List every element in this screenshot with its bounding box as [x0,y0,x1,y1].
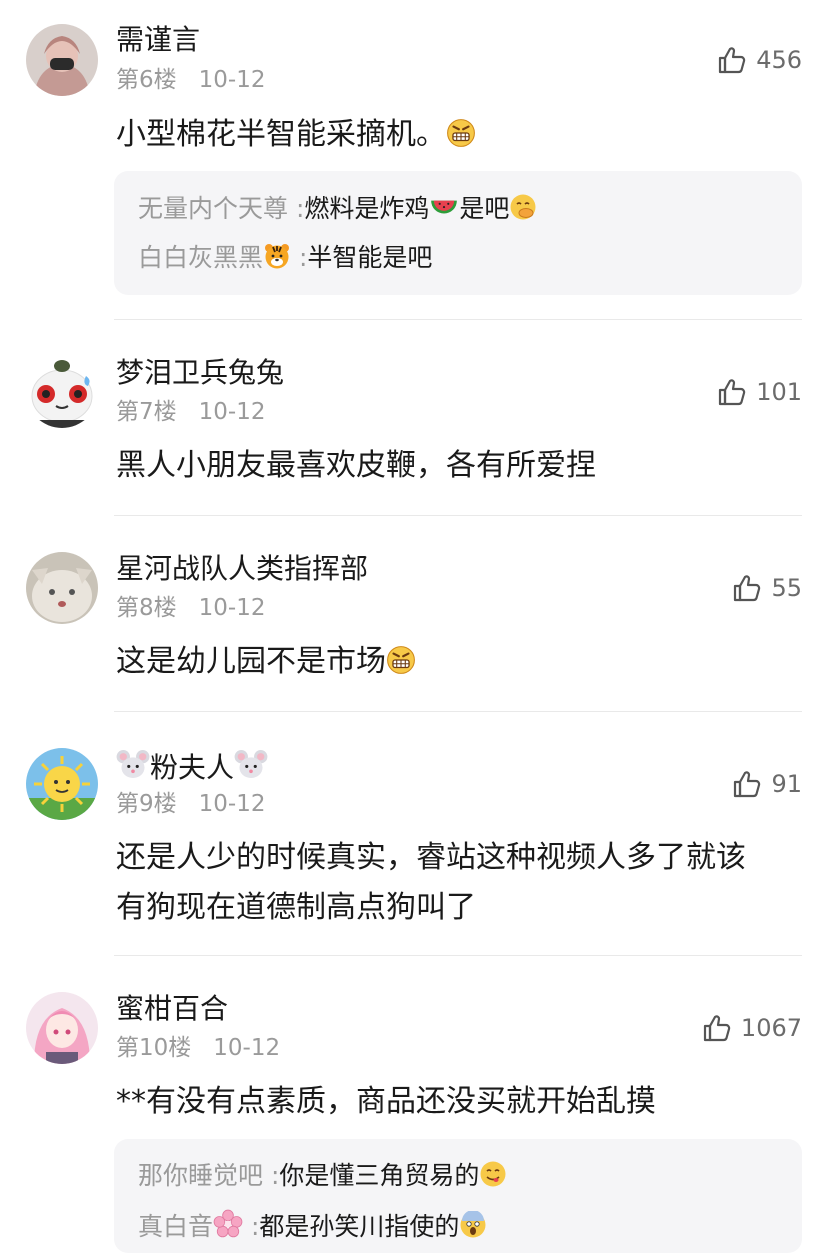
like-count: 55 [771,574,802,602]
reply-item[interactable]: 真白音 :都是孙笑川指使的 [138,1209,487,1244]
face-screaming-icon [459,1211,487,1239]
comment-date: 10-12 [213,1035,281,1061]
comment-item: 粉夫人 第9楼 10-12 91 还是人少的时候真实，睿站这种视频人多了就该 有狗… [0,712,828,956]
comment-meta: 第7楼 10-12 [116,397,265,427]
like-count: 101 [756,378,802,406]
comment-content: 黑人小朋友最喜欢皮鞭，各有所爱捏 [116,448,596,483]
thumbs-up-icon [716,44,748,76]
floor-number: 第9楼 [116,791,177,817]
cherry-blossom-icon [213,1209,243,1239]
avatar[interactable] [26,552,98,624]
like-count: 91 [771,770,802,798]
thumbs-up-icon [731,768,763,800]
reply-box[interactable]: 无量内个天尊 :燃料是炸鸡 是吧 白白灰黑黑 :半智能是吧 [114,171,802,295]
like-button[interactable]: 456 [716,44,802,76]
floor-number: 第6楼 [116,67,177,93]
tiger-face-icon [263,242,291,270]
reply-box[interactable]: 那你睡觉吧 :你是懂三角贸易的 真白音 :都是孙笑川指使的 [114,1139,802,1253]
username[interactable]: 星河战队人类指挥部 [116,551,368,587]
like-count: 1067 [740,1014,802,1042]
thumbs-up-icon [701,1012,733,1044]
comment-item: 星河战队人类指挥部 第8楼 10-12 55 这是幼儿园不是市场 [0,516,828,712]
avatar[interactable] [26,992,98,1064]
avatar[interactable] [26,748,98,820]
comment-meta: 第6楼 10-12 [116,65,265,95]
like-button[interactable]: 55 [731,572,802,604]
mouse-face-icon [234,747,268,781]
watermelon-icon [429,191,459,221]
like-button[interactable]: 1067 [701,1012,802,1044]
comment-content: 小型棉花半智能采摘机。 [116,110,802,160]
reply-item[interactable]: 白白灰黑黑 :半智能是吧 [138,241,432,275]
comment-item: 蜜柑百合 第10楼 10-12 1067 **有没有点素质，商品还没买就开始乱摸 … [0,956,828,1253]
floor-number: 第7楼 [116,399,177,425]
comment-item: 梦泪卫兵兔兔 第7楼 10-12 101 黑人小朋友最喜欢皮鞭，各有所爱捏 [0,320,828,516]
comment-date: 10-12 [198,399,266,425]
floor-number: 第10楼 [116,1035,192,1061]
reply-username[interactable]: 那你睡觉吧 [138,1161,263,1190]
username[interactable]: 粉夫人 [116,747,268,786]
thumbs-up-icon [716,376,748,408]
comment-item: 需谨言 第6楼 10-12 456 小型棉花半智能采摘机。 无量内个天尊 :燃料是… [0,0,828,320]
comment-meta: 第9楼 10-12 [116,789,265,819]
face-with-hand-over-mouth-icon [509,193,537,221]
thumbs-up-icon [731,572,763,604]
comment-meta: 第10楼 10-12 [116,1033,280,1063]
reply-username[interactable]: 白白灰黑黑 [138,243,263,272]
comment-content: 这是幼儿园不是市场 [116,637,802,687]
grimacing-face-icon [446,118,476,148]
comment-date: 10-12 [198,791,266,817]
reply-username[interactable]: 无量内个天尊 [138,194,288,223]
reply-item[interactable]: 那你睡觉吧 :你是懂三角贸易的 [138,1159,507,1193]
like-button[interactable]: 91 [731,768,802,800]
comment-meta: 第8楼 10-12 [116,593,265,623]
like-button[interactable]: 101 [716,376,802,408]
face-savoring-food-icon [479,1160,507,1188]
username[interactable]: 蜜柑百合 [116,991,228,1027]
reply-username[interactable]: 真白音 [138,1212,213,1241]
floor-number: 第8楼 [116,595,177,621]
username[interactable]: 需谨言 [116,22,200,58]
avatar[interactable] [26,24,98,96]
reply-item[interactable]: 无量内个天尊 :燃料是炸鸡 是吧 [138,191,537,226]
username[interactable]: 梦泪卫兵兔兔 [116,355,284,391]
comment-content: 还是人少的时候真实，睿站这种视频人多了就该 有狗现在道德制高点狗叫了 [116,840,746,925]
grimacing-face-icon [386,645,416,675]
avatar[interactable] [26,356,98,428]
comment-date: 10-12 [198,595,266,621]
comment-date: 10-12 [198,67,266,93]
like-count: 456 [756,46,802,74]
mouse-face-icon [116,747,150,781]
comment-content: **有没有点素质，商品还没买就开始乱摸 [116,1084,656,1119]
